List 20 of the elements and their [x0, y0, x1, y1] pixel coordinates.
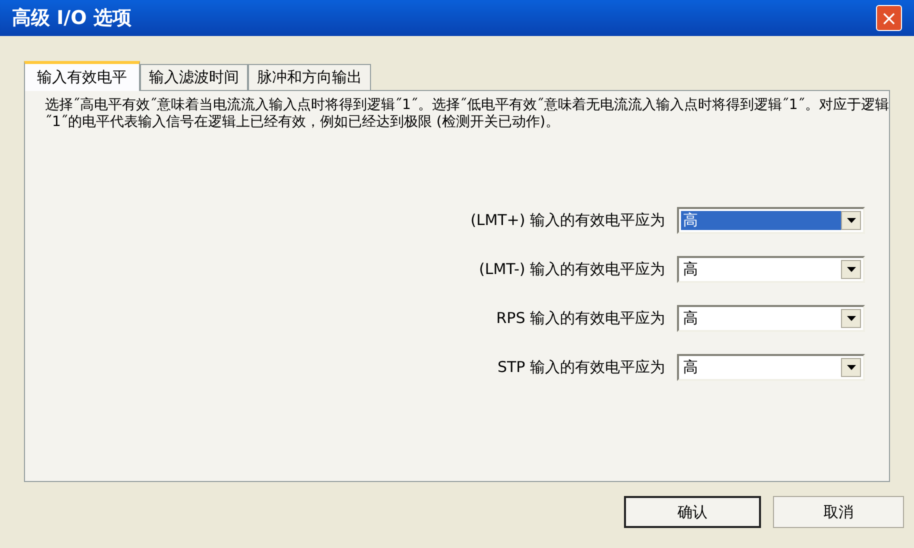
setting-label: (LMT-) 输入的有效电平应为 [479, 259, 665, 280]
dropdown-value: 高 [682, 309, 699, 328]
dialog-button[interactable]: 确认 [624, 496, 761, 528]
dropdown-value: 高 [682, 260, 699, 279]
setting-label: RPS 输入的有效电平应为 [496, 308, 665, 330]
tab[interactable]: 脉冲和方向输出 [248, 64, 371, 90]
tab[interactable]: 输入滤波时间 [140, 64, 248, 90]
level-dropdown[interactable]: 高 [677, 256, 865, 283]
setting-label: (LMT+) 输入的有效电平应为 [470, 210, 665, 232]
dropdown-value: 高 [682, 358, 699, 377]
description-text: 选择˝高电平有效˝意味着当电流流入输入点时将得到逻辑˝1˝。选择˝低电平有效˝意味着无电流流入输入点时将得到逻辑˝1˝。对应于逻辑˝1˝的电平代表输入信号在逻辑上已经有效，例如已经达到极限 (检测开关已动作)。 [45, 97, 890, 131]
level-dropdown[interactable]: 高 [677, 207, 865, 234]
tab[interactable]: 输入有效电平 [24, 61, 140, 91]
level-dropdown[interactable]: 高 [677, 305, 865, 332]
dropdown-value: 高 [681, 211, 841, 230]
dialog-button[interactable]: 取消 [773, 496, 904, 528]
window-title: 高级 I/O 选项 [12, 6, 132, 31]
close-button[interactable]: × [876, 5, 902, 31]
setting-label: STP 输入的有效电平应为 [498, 357, 665, 378]
level-dropdown[interactable]: 高 [677, 354, 865, 381]
